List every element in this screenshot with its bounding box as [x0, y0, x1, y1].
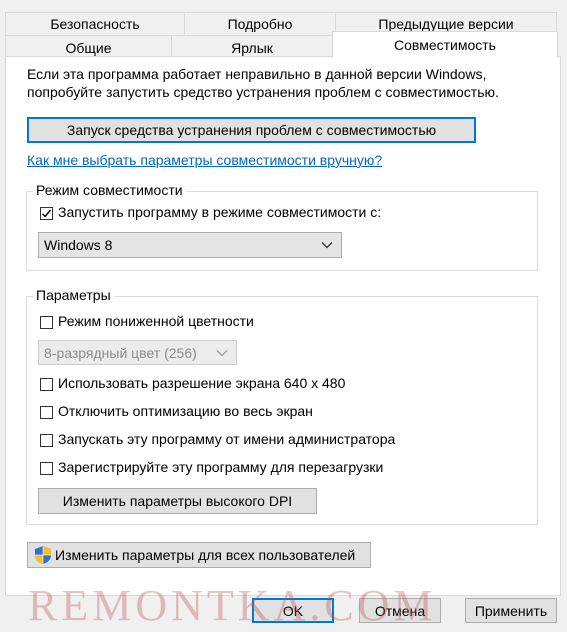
- ok-button[interactable]: OK: [252, 598, 334, 623]
- ok-button-label: OK: [282, 602, 304, 619]
- compat-mode-legend: Режим совместимости: [33, 182, 186, 198]
- compatibility-panel: Если эта программа работает неправильно …: [5, 56, 561, 596]
- tab-security-label: Безопасность: [50, 16, 140, 32]
- run-admin-checkbox[interactable]: [40, 434, 53, 447]
- intro-text-line2: попробуйте запустить средство устранения…: [27, 84, 499, 100]
- shield-icon: [35, 546, 51, 564]
- tab-details-label: Подробно: [227, 16, 293, 32]
- tab-shortcut-label: Ярлык: [231, 40, 273, 56]
- register-restart-label: Зарегистрируйте эту программу для переза…: [58, 459, 384, 475]
- chevron-down-icon: [216, 350, 228, 357]
- checkmark-icon: [42, 209, 52, 218]
- res-640-checkbox[interactable]: [40, 378, 53, 391]
- compat-mode-checkbox[interactable]: [40, 207, 53, 220]
- reduced-color-checkbox[interactable]: [40, 316, 53, 329]
- compat-mode-select[interactable]: Windows 8: [38, 232, 342, 258]
- manual-settings-link[interactable]: Как мне выбрать параметры совместимости …: [27, 152, 382, 168]
- run-troubleshooter-label: Запуск средства устранения проблем с сов…: [66, 122, 437, 138]
- tab-general-label: Общие: [65, 40, 112, 56]
- params-group: Параметры Режим пониженной цветности 8-р…: [26, 287, 538, 525]
- run-troubleshooter-button[interactable]: Запуск средства устранения проблем с сов…: [27, 117, 476, 143]
- fullscreen-opt-checkbox[interactable]: [40, 406, 53, 419]
- chevron-down-icon: [321, 242, 333, 249]
- reduced-color-label: Режим пониженной цветности: [58, 313, 254, 329]
- compat-mode-checkbox-label: Запустить программу в режиме совместимос…: [58, 204, 382, 220]
- fullscreen-opt-label: Отключить оптимизацию во весь экран: [58, 403, 313, 419]
- res-640-label: Использовать разрешение экрана 640 x 480: [58, 375, 346, 391]
- apply-button-label: Применить: [474, 602, 548, 619]
- high-dpi-button-label: Изменить параметры высокого DPI: [62, 493, 293, 509]
- tab-previous-versions-label: Предыдущие версии: [378, 16, 514, 32]
- tab-compatibility[interactable]: Совместимость: [332, 31, 558, 58]
- tab-compatibility-label: Совместимость: [394, 37, 496, 53]
- compat-mode-group: Режим совместимости Запустить программу …: [26, 182, 538, 271]
- run-admin-label: Запускать эту программу от имени админис…: [58, 431, 396, 447]
- cancel-button-label: Отмена: [374, 602, 426, 619]
- apply-button[interactable]: Применить: [465, 598, 557, 623]
- cancel-button[interactable]: Отмена: [359, 598, 441, 623]
- intro-text-line1: Если эта программа работает неправильно …: [27, 66, 487, 82]
- high-dpi-button[interactable]: Изменить параметры высокого DPI: [38, 488, 317, 514]
- color-depth-select-value: 8-разрядный цвет (256): [44, 345, 197, 361]
- params-legend: Параметры: [33, 287, 114, 303]
- compat-mode-select-value: Windows 8: [44, 237, 113, 253]
- change-all-users-label: Изменить параметры для всех пользователе…: [55, 547, 356, 563]
- tab-security[interactable]: Безопасность: [5, 12, 185, 36]
- register-restart-checkbox[interactable]: [40, 462, 53, 475]
- color-depth-select[interactable]: 8-разрядный цвет (256): [38, 340, 237, 365]
- tab-details[interactable]: Подробно: [184, 12, 336, 36]
- change-all-users-button[interactable]: Изменить параметры для всех пользователе…: [27, 542, 371, 568]
